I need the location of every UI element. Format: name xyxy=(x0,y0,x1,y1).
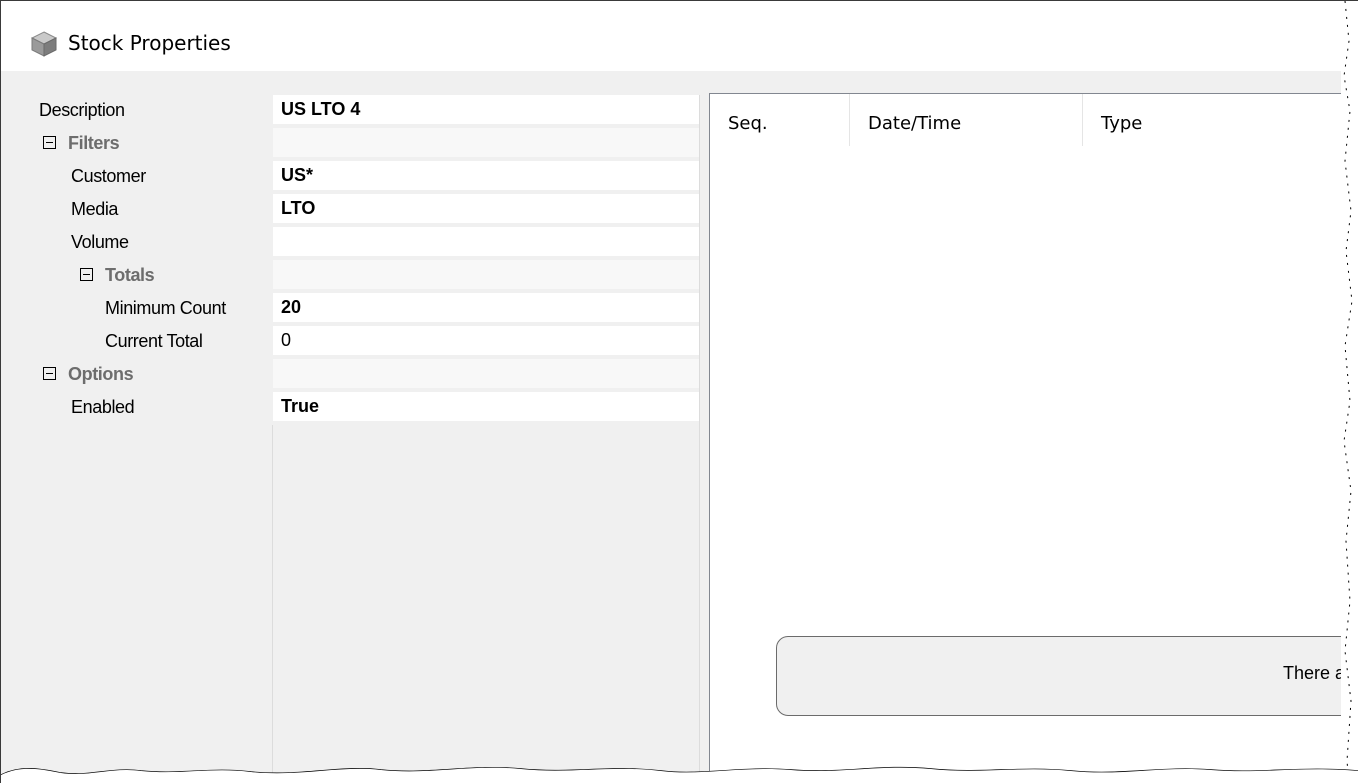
stock-box-icon xyxy=(29,29,59,59)
property-label: Customer xyxy=(37,161,272,192)
title-bar: Stock Properties xyxy=(1,1,1341,71)
property-value xyxy=(273,359,699,388)
property-label: Media xyxy=(37,194,272,225)
property-label-text: Enabled xyxy=(71,397,135,417)
torn-edge-right xyxy=(1341,1,1358,783)
property-label: Options xyxy=(37,359,272,390)
property-label-text: Volume xyxy=(71,232,129,252)
column-header-date-time[interactable]: Date/Time xyxy=(850,94,1083,146)
property-label: Minimum Count xyxy=(37,293,272,324)
property-row-media[interactable]: Media LTO xyxy=(37,194,699,226)
column-header-type[interactable]: Type xyxy=(1083,94,1358,146)
empty-list-message-box: There ar xyxy=(776,636,1358,716)
property-label: Enabled xyxy=(37,392,272,423)
property-grid: Description US LTO 4 Filters Customer US* Med… xyxy=(37,95,700,783)
property-label-text: Totals xyxy=(105,265,155,285)
category-filters[interactable]: Filters xyxy=(37,128,699,160)
property-label: Current Total xyxy=(37,326,272,357)
history-list-view[interactable]: Seq. Date/Time Type There ar xyxy=(709,93,1358,783)
column-header-seq[interactable]: Seq. xyxy=(710,94,850,146)
property-value[interactable]: LTO xyxy=(273,194,699,223)
collapse-icon[interactable] xyxy=(43,366,56,380)
property-value[interactable]: 0 xyxy=(273,326,699,355)
content-area: Description US LTO 4 Filters Customer US* Med… xyxy=(1,71,1358,783)
category-totals[interactable]: Totals xyxy=(37,260,699,292)
property-row-customer[interactable]: Customer US* xyxy=(37,161,699,193)
category-options[interactable]: Options xyxy=(37,359,699,391)
property-value[interactable]: True xyxy=(273,392,699,421)
property-label-text: Options xyxy=(68,364,134,384)
property-label-text: Minimum Count xyxy=(105,298,226,318)
property-label-text: Description xyxy=(39,100,125,120)
torn-edge-bottom xyxy=(1,761,1358,783)
property-value[interactable]: 20 xyxy=(273,293,699,322)
property-value xyxy=(273,260,699,289)
property-label: Description xyxy=(37,95,272,126)
property-row-enabled[interactable]: Enabled True xyxy=(37,392,699,424)
property-grid-empty-label-area xyxy=(37,425,273,783)
property-row-description[interactable]: Description US LTO 4 xyxy=(37,95,699,127)
property-label: Volume xyxy=(37,227,272,258)
property-label-text: Filters xyxy=(68,133,120,153)
property-label-text: Current Total xyxy=(105,331,203,351)
property-value[interactable]: US LTO 4 xyxy=(273,95,699,124)
collapse-icon[interactable] xyxy=(43,135,56,149)
property-value xyxy=(273,128,699,157)
property-label-text: Media xyxy=(71,199,119,219)
window-title: Stock Properties xyxy=(68,31,231,55)
property-label: Totals xyxy=(37,260,272,291)
list-header: Seq. Date/Time Type xyxy=(710,94,1358,146)
stock-properties-window: Stock Properties Description US LTO 4 Filt… xyxy=(0,0,1358,783)
property-row-minimum-count[interactable]: Minimum Count 20 xyxy=(37,293,699,325)
property-value[interactable] xyxy=(273,227,699,256)
property-value[interactable]: US* xyxy=(273,161,699,190)
property-row-current-total[interactable]: Current Total 0 xyxy=(37,326,699,358)
property-row-volume[interactable]: Volume xyxy=(37,227,699,259)
property-label: Filters xyxy=(37,128,272,159)
property-label-text: Customer xyxy=(71,166,146,186)
property-grid-empty-value-area xyxy=(273,425,699,783)
collapse-icon[interactable] xyxy=(80,267,93,281)
